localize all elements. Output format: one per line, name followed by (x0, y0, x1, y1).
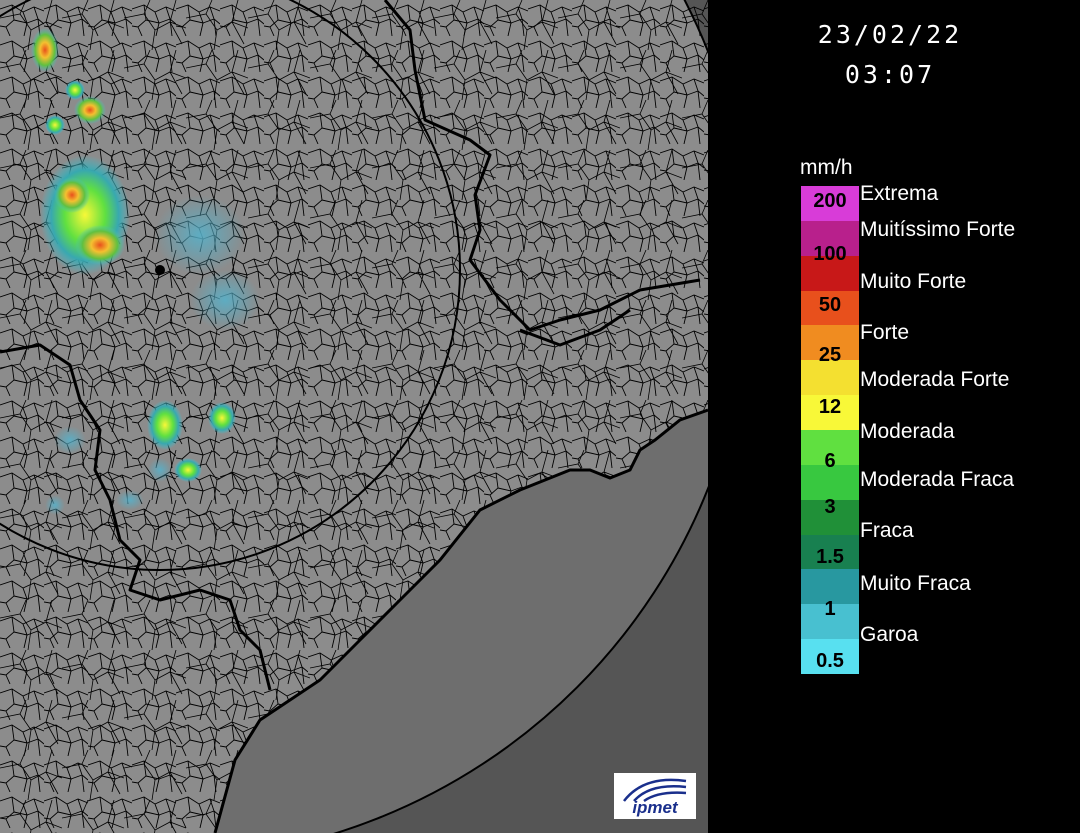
timestamp-time: 03:07 (844, 60, 936, 89)
legend-panel: 23/02/22 03:07 (708, 0, 1080, 833)
scale-value: 50 (818, 294, 842, 316)
map-svg (0, 0, 708, 833)
scale-value: 0.5 (816, 650, 844, 672)
scale-value: 200 (813, 190, 847, 212)
scale-value: 100 (813, 243, 847, 265)
scale-value: 25 (818, 344, 842, 366)
timestamp-date: 23/02/22 (817, 20, 963, 49)
legend-label-muito-fraca: Muito Fraca (860, 572, 971, 595)
scale-value: 6 (824, 450, 836, 472)
legend-label-moderada-fraca: Moderada Fraca (860, 468, 1015, 491)
legend-label-moderada-forte: Moderada Forte (860, 368, 1010, 391)
scale-value: 12 (818, 396, 842, 418)
scale-value: 3 (824, 496, 836, 518)
color-scale-bar: 200 100 50 25 12 6 3 1.5 1 0.5 (801, 186, 859, 675)
legend-unit: mm/h (800, 156, 853, 179)
radar-site-marker (155, 265, 165, 275)
scale-value: 1.5 (816, 546, 844, 568)
legend-label-muitissimo-forte: Muitíssimo Forte (860, 218, 1016, 241)
legend-label-garoa: Garoa (860, 623, 919, 646)
radar-map[interactable]: ipmet (0, 0, 708, 833)
legend-label-extrema: Extrema (860, 182, 939, 205)
legend-label-fraca: Fraca (860, 519, 914, 542)
ipmet-logo: ipmet (614, 773, 696, 819)
legend-label-muito-forte: Muito Forte (860, 270, 967, 293)
legend-label-forte: Forte (860, 321, 910, 344)
legend-label-moderada: Moderada (860, 420, 955, 443)
scale-value: 1 (824, 598, 836, 620)
